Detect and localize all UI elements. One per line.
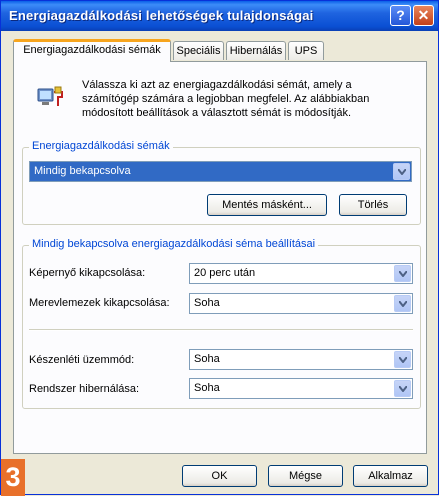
dialog-window: Energiagazdálkodási lehetőségek tulajdon… bbox=[0, 0, 439, 496]
monitor-off-select[interactable]: 20 perc után bbox=[189, 263, 413, 284]
help-icon: ? bbox=[396, 7, 405, 23]
tab-hibernate[interactable]: Hibernálás bbox=[226, 41, 286, 60]
standby-value: Soha bbox=[194, 353, 220, 365]
intro-text: Válassza ki azt az energiagazdálkodási s… bbox=[82, 79, 370, 119]
settings-divider bbox=[29, 329, 413, 331]
apply-button[interactable]: Alkalmaz bbox=[353, 465, 428, 487]
monitor-off-label: Képernyő kikapcsolása: bbox=[29, 267, 146, 279]
hard-disks-off-value: Soha bbox=[194, 297, 220, 309]
chevron-down-icon[interactable] bbox=[394, 380, 411, 397]
window-title: Energiagazdálkodási lehetőségek tulajdon… bbox=[9, 8, 314, 23]
hibernate-select[interactable]: Soha bbox=[189, 378, 413, 399]
cancel-button[interactable]: Mégse bbox=[268, 465, 343, 487]
close-icon: ✕ bbox=[417, 7, 430, 23]
hard-disks-off-label: Merevlemezek kikapcsolása: bbox=[29, 297, 170, 309]
title-bar[interactable]: Energiagazdálkodási lehetőségek tulajdon… bbox=[1, 1, 438, 31]
hard-disks-off-select[interactable]: Soha bbox=[189, 293, 413, 314]
schemes-group-title: Energiagazdálkodási sémák bbox=[29, 140, 173, 152]
standby-select[interactable]: Soha bbox=[189, 349, 413, 370]
tab-power-schemes[interactable]: Energiagazdálkodási sémák bbox=[13, 39, 171, 62]
settings-group-title: Mindig bekapcsolva energiagazdálkodási s… bbox=[29, 238, 319, 250]
chevron-down-icon[interactable] bbox=[394, 295, 411, 312]
help-button[interactable]: ? bbox=[390, 5, 411, 26]
chevron-down-icon[interactable] bbox=[394, 265, 411, 282]
hibernate-value: Soha bbox=[194, 382, 220, 394]
chevron-down-icon[interactable] bbox=[394, 351, 411, 368]
schemes-group: Energiagazdálkodási sémák Mindig bekapcs… bbox=[22, 140, 421, 225]
standby-label: Készenléti üzemmód: bbox=[29, 354, 135, 366]
chevron-down-icon[interactable] bbox=[393, 163, 410, 180]
close-button[interactable]: ✕ bbox=[413, 5, 434, 26]
save-as-button[interactable]: Mentés másként... bbox=[207, 194, 327, 216]
power-options-icon bbox=[36, 84, 64, 110]
settings-group: Mindig bekapcsolva energiagazdálkodási s… bbox=[22, 238, 421, 409]
tab-advanced[interactable]: Speciális bbox=[173, 41, 224, 60]
tab-ups[interactable]: UPS bbox=[288, 41, 324, 60]
delete-button[interactable]: Törlés bbox=[339, 194, 407, 216]
monitor-off-value: 20 perc után bbox=[194, 267, 256, 279]
scheme-select-value: Mindig bekapcsolva bbox=[34, 165, 131, 177]
hibernate-label: Rendszer hibernálása: bbox=[29, 383, 140, 395]
scheme-select[interactable]: Mindig bekapcsolva bbox=[29, 161, 412, 182]
tab-panel: Válassza ki azt az energiagazdálkodási s… bbox=[13, 61, 427, 454]
step-badge: 3 bbox=[1, 459, 25, 496]
ok-button[interactable]: OK bbox=[182, 465, 257, 487]
